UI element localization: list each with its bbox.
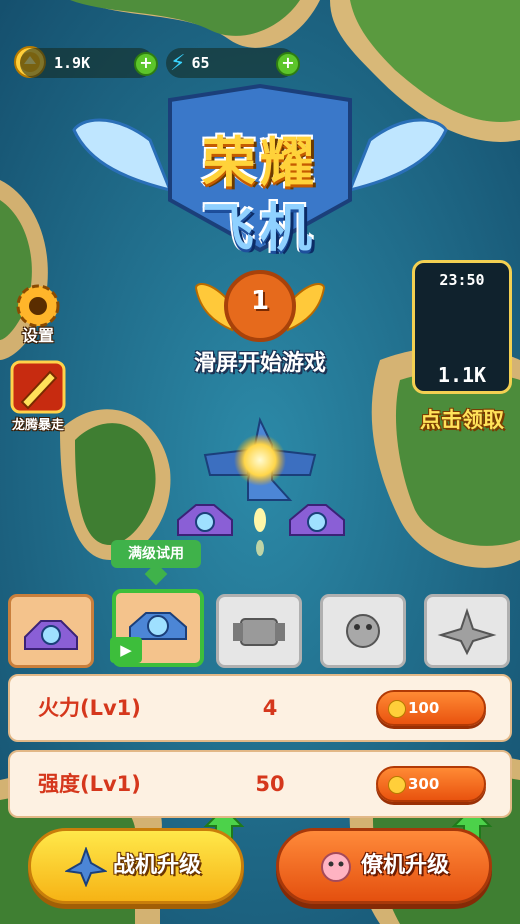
gear-icon[interactable] [16,284,60,328]
cost-value: 100 [408,699,440,717]
wingman-upgrade-label: 僚机升级 [361,853,450,878]
stat-row-firepower: 火力(Lv1) 4 100 [8,674,512,742]
piggy-bank-panel[interactable]: 23:50 1.1K [412,260,512,394]
gray-fighter-icon [233,618,285,646]
rampage-label[interactable]: 龙腾暴走 [0,414,76,433]
add-coins-button[interactable]: + [134,52,158,76]
video-icon[interactable]: ▶ [110,637,142,663]
stat-value: 50 [255,772,285,796]
stat-label: 火力(Lv1) [38,696,141,720]
stat-row-strength: 强度(Lv1) 50 300 [8,750,512,818]
plane-card-5[interactable] [424,594,510,668]
piggy-amount: 1.1K [437,363,487,387]
energy-value: 65 [191,54,210,72]
upgrade-firepower-button[interactable]: 100 [376,690,486,726]
plane-card-2[interactable]: ▶ [110,589,204,667]
plane-card-4[interactable] [320,594,406,668]
plane-upgrade-button[interactable]: 战机升级 [28,828,244,904]
gray-jet-icon [437,607,497,656]
gray-creature-icon [346,614,380,648]
cost-value: 300 [408,775,440,793]
add-energy-button[interactable]: + [276,52,300,76]
piggy-timer: 23:50 [439,271,485,289]
coin-icon [388,700,406,718]
stat-label: 强度(Lv1) [38,772,141,796]
coin-icon [388,776,406,794]
coin-value: 1.9K [54,54,91,72]
purple-fighter-icon [24,620,78,650]
plane-upgrade-label: 战机升级 [113,853,202,878]
settings-label[interactable]: 设置 [8,322,68,346]
upgrade-strength-button[interactable]: 300 [376,766,486,802]
plane-card-3[interactable] [216,594,302,668]
claim-button[interactable]: 点击领取 [406,404,518,434]
stat-value: 4 [262,696,278,720]
plane-card-1[interactable] [8,594,94,668]
level-number: 1 [250,286,270,316]
wingman-icon [321,852,351,882]
game-title-line2: 飞机 [201,199,318,259]
lightning-icon: ⚡ [170,50,186,76]
wingman-upgrade-button[interactable]: 僚机升级 [276,828,492,904]
trial-tooltip: 满级试用 [111,540,201,568]
fighter-icon [65,847,107,887]
